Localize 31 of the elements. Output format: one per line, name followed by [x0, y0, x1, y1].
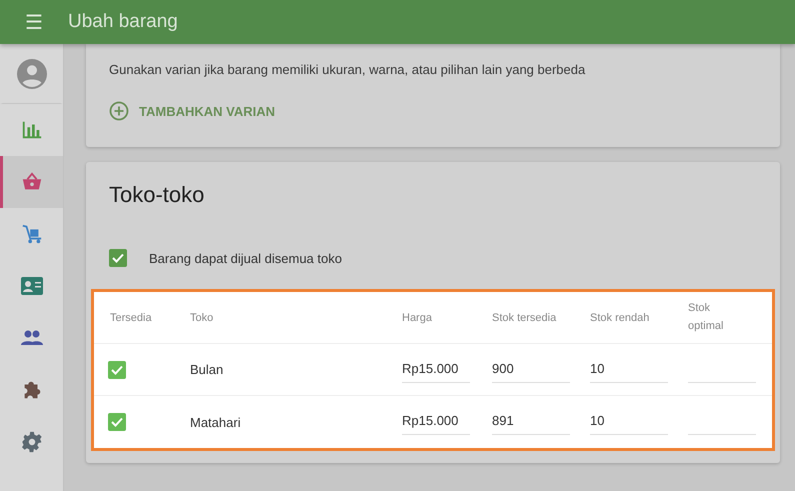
- column-header: Toko: [190, 312, 214, 324]
- add-circle-icon: [109, 101, 129, 121]
- table-cell-text: Bulan: [190, 362, 224, 377]
- input-field[interactable]: Rp15.000: [402, 356, 470, 382]
- input-field[interactable]: 891: [492, 409, 570, 435]
- checkbox[interactable]: [109, 249, 127, 267]
- id-card-icon: [20, 274, 44, 298]
- column-header: Stok optimal: [688, 300, 724, 334]
- sidebar-item[interactable]: [0, 156, 63, 208]
- variants-description: Gunakan varian jika barang memiliki ukuran, warna, atau pilihan lain yang berbeda: [109, 62, 586, 77]
- check-icon: [111, 364, 123, 374]
- input-field[interactable]: 900: [492, 356, 570, 382]
- column-header: Stok tersedia: [492, 312, 558, 324]
- section-title: Toko-toko: [109, 182, 206, 208]
- column-header: Stok rendah: [590, 312, 650, 324]
- input-field[interactable]: 10: [590, 356, 668, 382]
- check-icon: [112, 253, 124, 263]
- account-icon: [16, 58, 46, 88]
- input-field[interactable]: 10: [590, 409, 668, 435]
- hand-truck-icon: [20, 223, 42, 245]
- checkbox[interactable]: [108, 360, 126, 378]
- table-cell-text: Matahari: [190, 414, 242, 430]
- check-icon: [111, 417, 123, 427]
- column-header: Tersedia: [109, 312, 153, 324]
- checkbox[interactable]: [108, 413, 126, 431]
- bar-chart-icon: [20, 119, 42, 141]
- page-title: Ubah barang: [68, 11, 178, 33]
- input-field[interactable]: Rp15.000: [402, 409, 470, 435]
- column-header: Harga: [402, 312, 433, 324]
- gear-icon: [20, 431, 42, 453]
- checkbox-label: Barang dapat dijual disemua toko: [149, 250, 342, 266]
